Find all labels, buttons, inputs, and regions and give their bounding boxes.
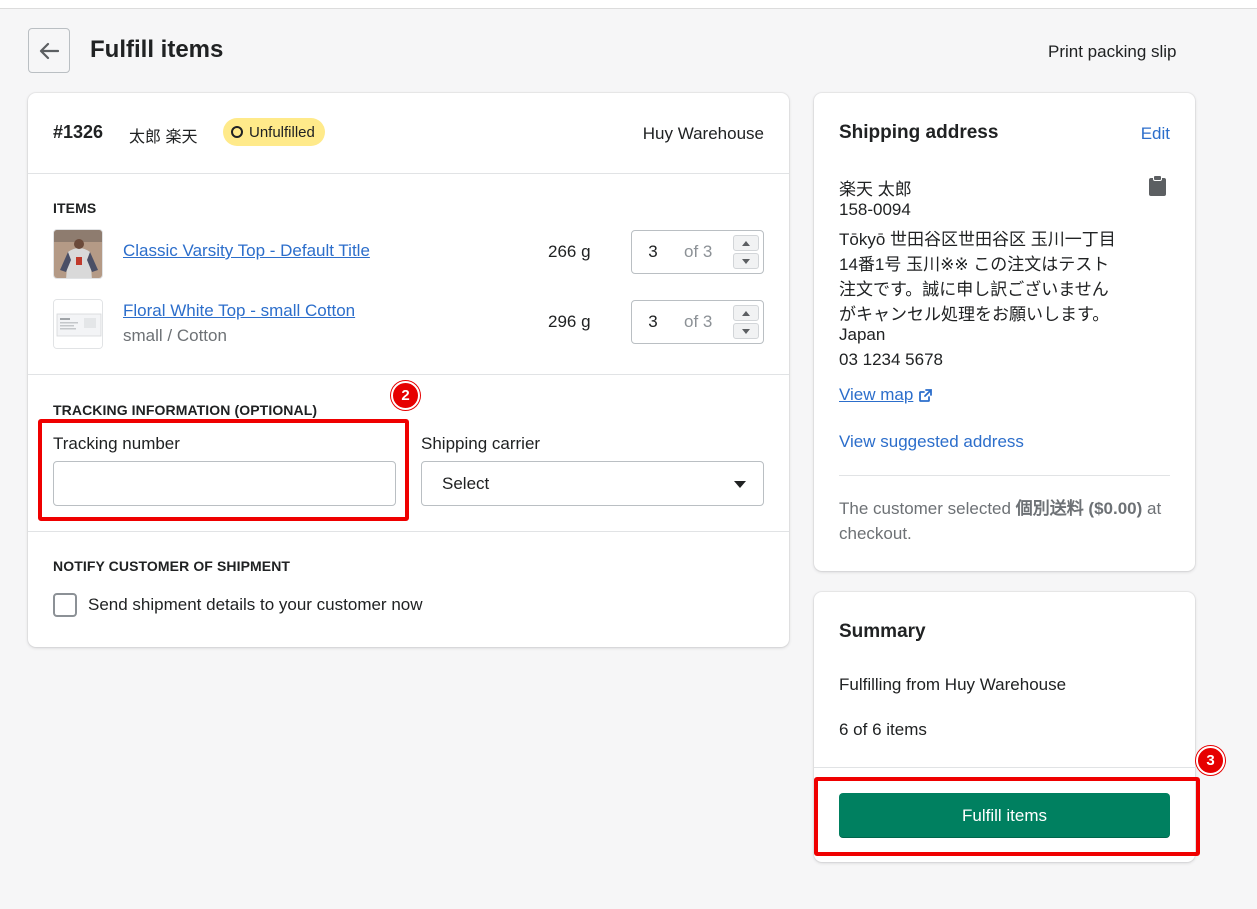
summary-card: Summary Fulfilling from Huy Warehouse 6 …: [814, 592, 1195, 862]
fulfillment-card: #1326 太郎 楽天 Unfulfilled Huy Warehouse IT…: [28, 93, 789, 647]
notify-customer-checkbox[interactable]: [53, 593, 77, 617]
product-thumbnail: [53, 229, 103, 279]
tracking-number-input[interactable]: [53, 461, 396, 506]
shipping-carrier-label: Shipping carrier: [421, 434, 541, 453]
summary-title: Summary: [839, 621, 926, 642]
increment-button[interactable]: [733, 305, 759, 321]
shipping-address-title: Shipping address: [839, 122, 999, 143]
address-line: 158-0094: [839, 200, 911, 219]
shipping-note-prefix: The customer selected: [839, 499, 1016, 518]
item-count: 6 of 6 items: [839, 720, 927, 739]
clipboard-icon[interactable]: [1149, 175, 1166, 196]
shipping-rate: 個別送料 ($0.00): [1015, 499, 1143, 518]
status-badge: Unfulfilled: [223, 118, 325, 146]
shipping-carrier-value: Select: [442, 473, 490, 493]
caret-up-icon: [742, 310, 750, 316]
view-map-label: View map: [839, 385, 914, 404]
caret-up-icon: [742, 240, 750, 246]
shipping-rate-note: The customer selected 個別送料 ($0.00) at ch…: [839, 496, 1169, 546]
address-line: 14番1号 玉川※※ この注文はテスト: [839, 255, 1110, 274]
product-thumbnail: [53, 299, 103, 349]
address-line: がキャンセル処理をお願いします。: [839, 305, 1110, 324]
page-title: Fulfill items: [90, 36, 224, 63]
decrement-button[interactable]: [733, 323, 759, 339]
location-name: Huy Warehouse: [642, 124, 764, 143]
customer-name: 太郎 楽天: [129, 129, 198, 146]
caret-down-icon: [734, 481, 746, 488]
quantity-total: of 3: [684, 312, 713, 331]
tracking-number-label: Tracking number: [53, 434, 180, 453]
annotation-marker: 2: [391, 381, 420, 410]
order-number: #1326: [53, 122, 104, 142]
quantity-value[interactable]: 3: [632, 312, 674, 332]
shipping-carrier-select[interactable]: Select: [421, 461, 764, 506]
divider: [28, 531, 789, 532]
quantity-stepper[interactable]: 3 of 3: [631, 230, 764, 274]
item-weight: 296 g: [548, 312, 591, 331]
address-line: 楽天 太郎: [839, 180, 912, 199]
back-button[interactable]: [28, 28, 70, 73]
divider: [28, 173, 789, 174]
view-map-link[interactable]: View map: [839, 385, 933, 405]
quantity-stepper[interactable]: 3 of 3: [631, 300, 764, 344]
items-heading: ITEMS: [53, 200, 97, 216]
caret-down-icon: [742, 258, 750, 264]
arrow-left-icon: [39, 42, 59, 59]
shipping-address-card: Shipping address Edit 楽天 太郎 158-0094 Tōk…: [814, 93, 1195, 571]
external-link-icon: [919, 388, 933, 402]
decrement-button[interactable]: [733, 253, 759, 269]
status-badge-label: Unfulfilled: [249, 123, 315, 141]
address-line: 03 1234 5678: [839, 350, 943, 369]
item-title-link[interactable]: Floral White Top - small Cotton: [123, 301, 355, 321]
notify-customer-label[interactable]: Send shipment details to your customer n…: [88, 595, 423, 615]
address-line: Japan: [839, 325, 886, 344]
caret-down-icon: [742, 328, 750, 334]
notify-heading: NOTIFY CUSTOMER OF SHIPMENT: [53, 558, 291, 574]
view-suggested-address-link[interactable]: View suggested address: [839, 432, 1024, 452]
item-title-link[interactable]: Classic Varsity Top - Default Title: [123, 241, 370, 261]
item-weight: 266 g: [548, 242, 591, 261]
address-line: Tōkyō 世田谷区世田谷区 玉川一丁目: [839, 230, 1116, 249]
tracking-heading: TRACKING INFORMATION (OPTIONAL): [53, 402, 318, 418]
increment-button[interactable]: [733, 235, 759, 251]
item-variant: small / Cotton: [123, 326, 227, 345]
address-line: 注文です。誠に申し訳ございません: [839, 280, 1109, 299]
edit-address-link[interactable]: Edit: [1141, 124, 1170, 144]
circle-icon: [231, 126, 243, 138]
divider: [814, 767, 1195, 768]
fulfill-items-button[interactable]: Fulfill items: [839, 793, 1170, 838]
divider: [28, 374, 789, 375]
divider: [839, 475, 1170, 476]
annotation-marker: 3: [1196, 746, 1225, 775]
fulfilling-from: Fulfilling from Huy Warehouse: [839, 675, 1067, 694]
print-packing-slip-button[interactable]: Print packing slip: [1048, 42, 1177, 62]
quantity-value[interactable]: 3: [632, 242, 674, 262]
top-bar: [0, 0, 1257, 9]
quantity-total: of 3: [684, 242, 713, 261]
